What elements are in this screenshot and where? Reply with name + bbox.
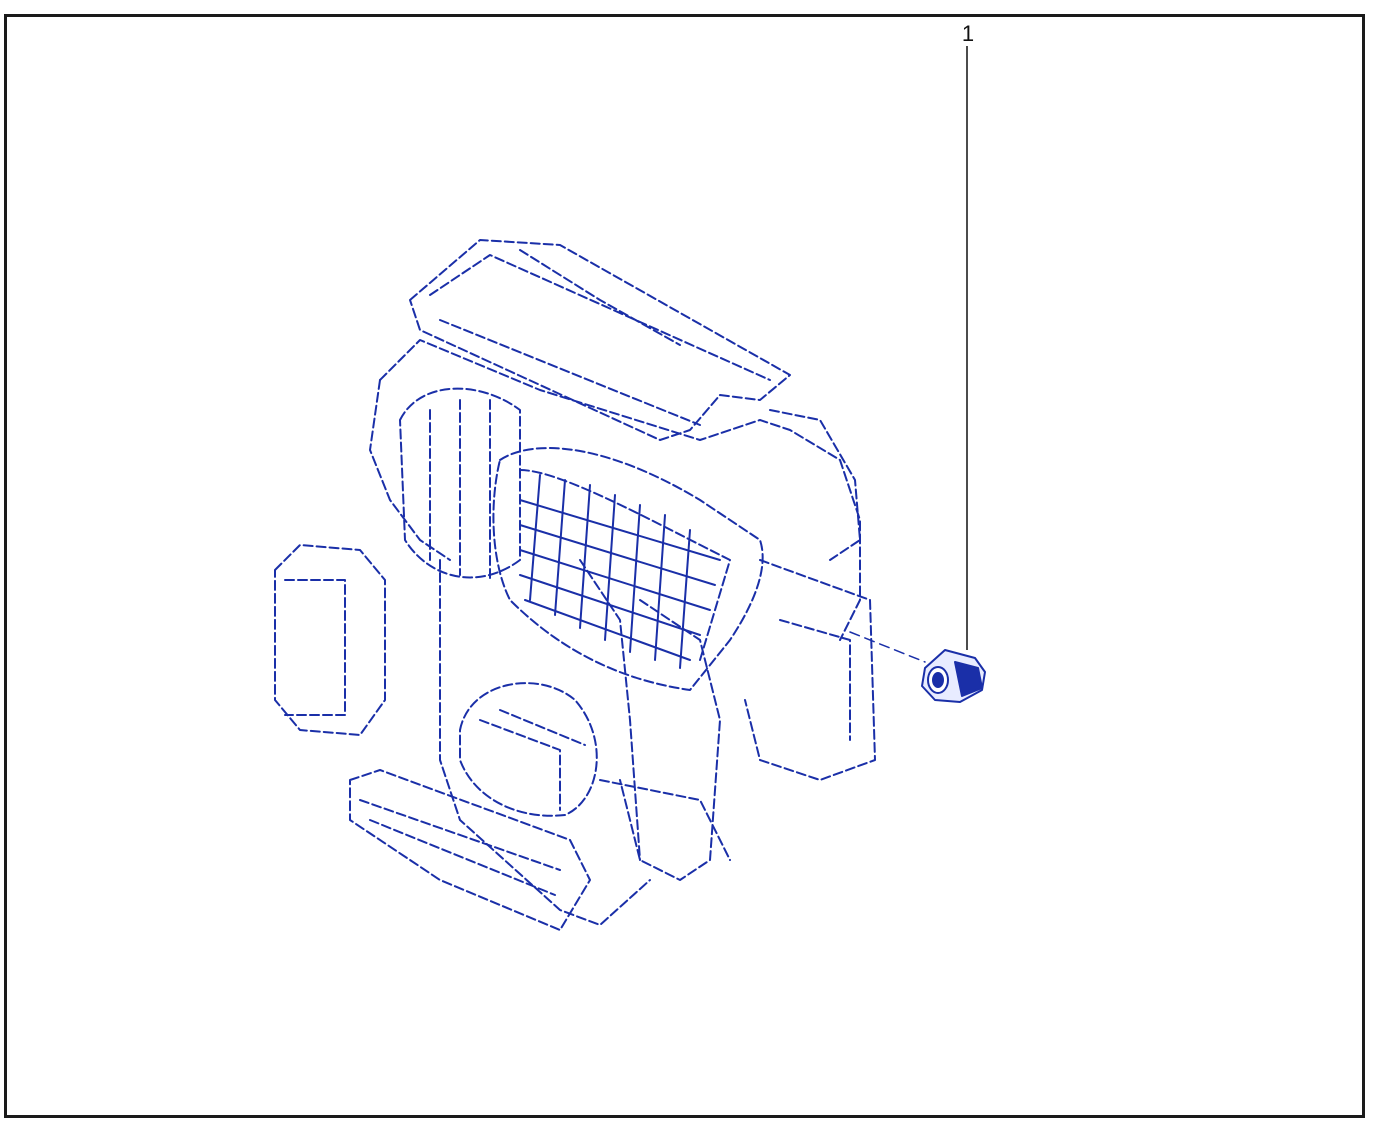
exploded-view-drawing	[274, 46, 986, 931]
sensor-part-icon	[921, 649, 986, 703]
callout-label-1: 1	[961, 21, 975, 46]
hvac-unit-assembly-icon	[274, 239, 876, 931]
alignment-line	[849, 631, 926, 663]
